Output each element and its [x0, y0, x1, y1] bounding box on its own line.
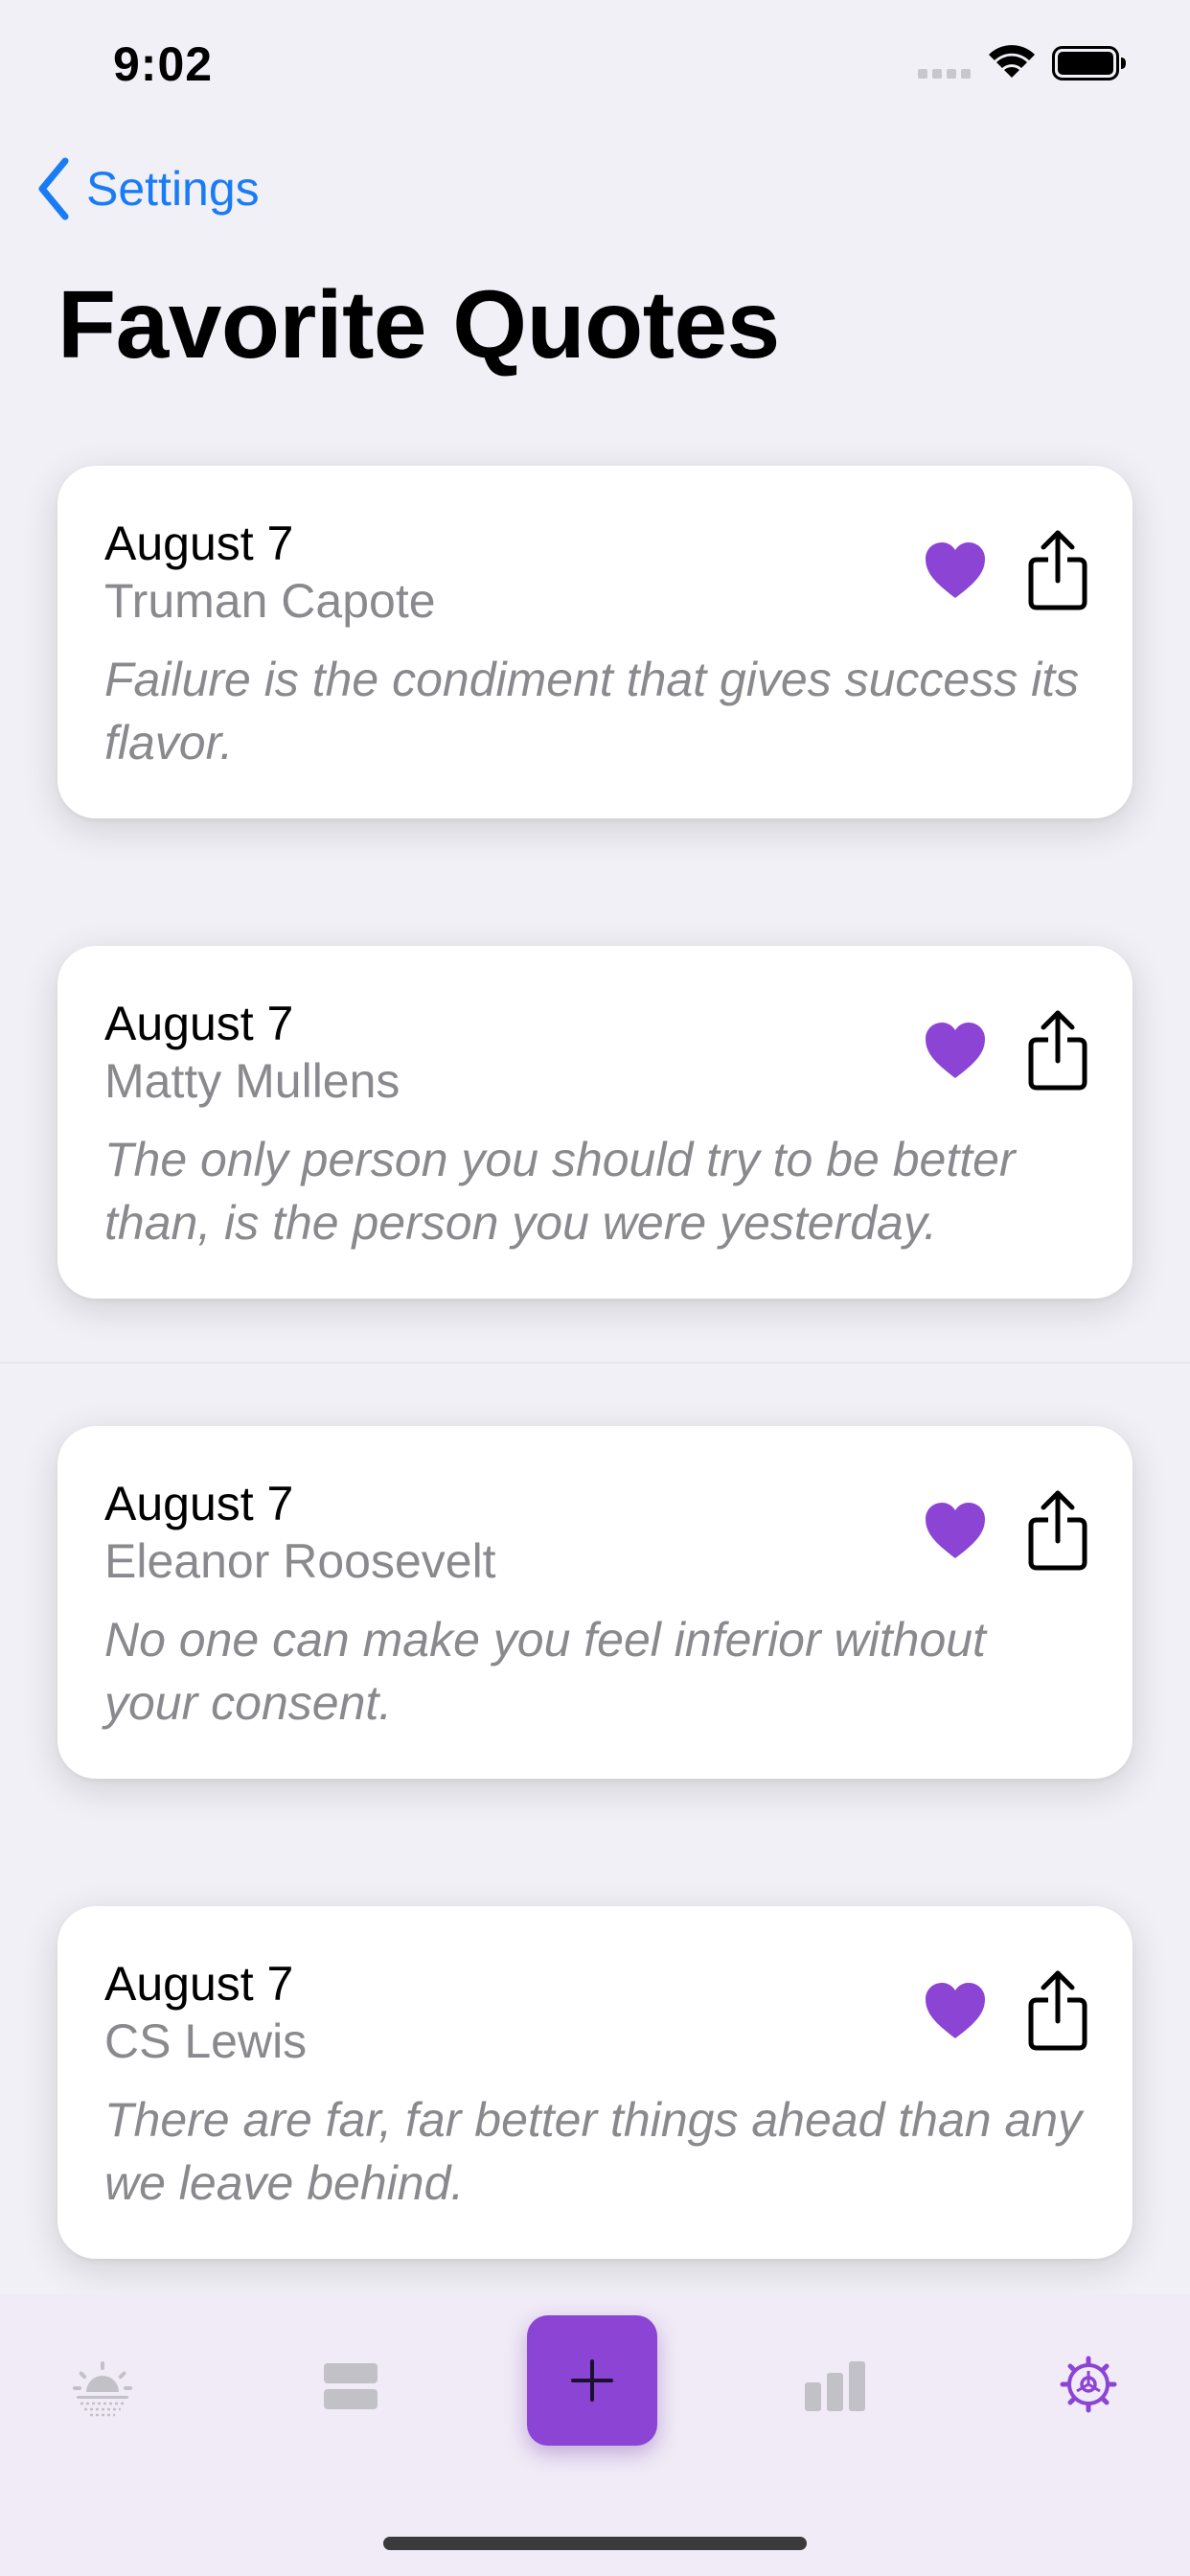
cellular-signal-icon [918, 69, 971, 79]
settings-gear-icon[interactable] [1060, 2356, 1117, 2413]
add-entry-button[interactable] [527, 2315, 657, 2446]
home-indicator [383, 2537, 807, 2550]
quote-text: There are far, far better things ahead t… [104, 2093, 1083, 2210]
heart-icon[interactable] [924, 540, 987, 600]
share-icon[interactable] [1027, 1009, 1088, 1092]
quote-card: August 7 Eleanor Roosevelt No one can ma… [57, 1426, 1133, 1779]
wifi-icon [989, 45, 1035, 78]
share-icon[interactable] [1027, 1489, 1088, 1572]
list-divider [0, 1362, 1190, 1364]
entries-icon[interactable] [324, 2363, 378, 2409]
quote-date: August 7 [104, 1957, 294, 2011]
quote-date: August 7 [104, 1477, 294, 1530]
page-title: Favorite Quotes [57, 271, 780, 379]
quote-card: August 7 CS Lewis There are far, far bet… [57, 1906, 1133, 2259]
quote-author: Truman Capote [104, 574, 436, 628]
chevron-left-icon [38, 157, 69, 220]
heart-icon[interactable] [924, 1021, 987, 1080]
quote-author: CS Lewis [104, 2014, 308, 2068]
battery-icon [1052, 46, 1126, 80]
back-button-label: Settings [86, 162, 260, 216]
quote-date: August 7 [104, 997, 294, 1050]
sunrise-icon[interactable] [73, 2358, 132, 2417]
share-icon[interactable] [1027, 529, 1088, 611]
quote-card: August 7 Truman Capote Failure is the co… [57, 466, 1133, 818]
status-time: 9:02 [113, 37, 214, 91]
heart-icon[interactable] [924, 1501, 987, 1560]
quote-author: Eleanor Roosevelt [104, 1534, 496, 1588]
quote-text: No one can make you feel inferior withou… [104, 1613, 986, 1730]
status-bar: 9:02 [0, 0, 1190, 125]
quote-card: August 7 Matty Mullens The only person y… [57, 946, 1133, 1299]
plus-icon [571, 2359, 613, 2402]
tab-bar [0, 2294, 1190, 2576]
heart-icon[interactable] [924, 1981, 987, 2040]
quote-date: August 7 [104, 517, 294, 570]
quote-text: The only person you should try to be bet… [104, 1133, 1016, 1250]
quote-text: Failure is the condiment that gives succ… [104, 653, 1080, 770]
quote-author: Matty Mullens [104, 1054, 400, 1108]
back-button[interactable]: Settings [34, 155, 260, 222]
stats-icon[interactable] [805, 2361, 866, 2411]
share-icon[interactable] [1027, 1969, 1088, 2052]
